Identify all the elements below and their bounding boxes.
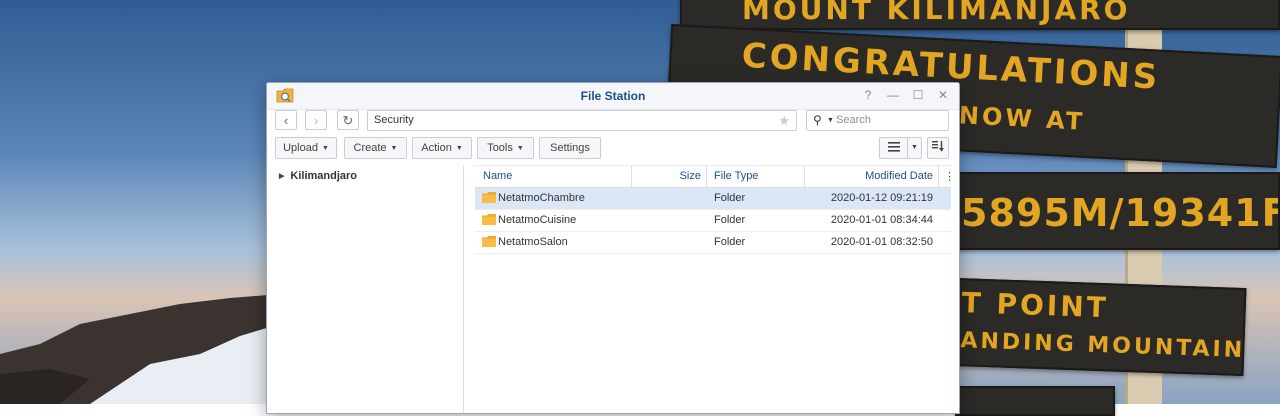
modified-date: 2020-01-12 09:21:19	[830, 192, 933, 204]
upload-button[interactable]: Upload ▼	[275, 137, 337, 159]
action-button[interactable]: Action ▼	[412, 137, 472, 159]
modified-date: 2020-01-01 08:34:44	[830, 214, 933, 226]
upload-label: Upload	[283, 142, 318, 154]
refresh-icon: ↻	[342, 113, 354, 128]
sign-board: MOUNT KILIMANJARO	[680, 0, 1280, 30]
path-text: Security	[374, 114, 414, 126]
navigation-bar: ‹ › ↻ Security ★ ⚲ ▼ Search	[275, 110, 951, 132]
column-header-name[interactable]: Name	[483, 170, 512, 182]
column-header-file-type[interactable]: File Type	[714, 170, 758, 182]
mountain-silhouette	[0, 294, 280, 404]
back-button[interactable]: ‹	[275, 110, 297, 130]
caret-down-icon: ▼	[455, 145, 463, 152]
favorite-star-icon[interactable]: ★	[778, 111, 790, 130]
column-divider[interactable]	[631, 166, 632, 187]
action-label: Action	[421, 142, 452, 154]
create-button[interactable]: Create ▼	[344, 137, 407, 159]
window-title: File Station	[580, 89, 646, 103]
table-row[interactable]: NetatmoSalon Folder 2020-01-01 08:32:50	[475, 232, 951, 254]
search-icon: ⚲	[813, 113, 822, 127]
table-row[interactable]: NetatmoChambre Folder 2020-01-12 09:21:1…	[475, 188, 951, 210]
settings-label: Settings	[550, 142, 590, 154]
minimize-icon[interactable]: —	[887, 88, 899, 102]
sign-text: T POINT	[961, 286, 1110, 325]
file-list-header: Name Size File Type Modified Date ⋮	[475, 165, 955, 188]
file-list: Name Size File Type Modified Date ⋮ Neta…	[475, 165, 955, 254]
caret-down-icon[interactable]: ▼	[827, 111, 834, 130]
table-row[interactable]: NetatmoCuisine Folder 2020-01-01 08:34:4…	[475, 210, 951, 232]
folder-icon	[482, 214, 496, 225]
refresh-button[interactable]: ↻	[337, 110, 359, 130]
sign-board	[955, 386, 1115, 416]
title-bar[interactable]: File Station ? — ☐ ✕	[267, 83, 959, 110]
folder-icon	[482, 236, 496, 247]
file-type: Folder	[714, 236, 746, 248]
tools-button[interactable]: Tools ▼	[477, 137, 534, 159]
tools-label: Tools	[487, 142, 513, 154]
list-icon	[887, 142, 900, 152]
create-label: Create	[353, 142, 387, 154]
help-icon[interactable]: ?	[862, 88, 874, 102]
sort-button[interactable]	[927, 137, 949, 159]
caret-down-icon: ▼	[516, 145, 524, 152]
chevron-left-icon: ‹	[283, 113, 289, 128]
caret-down-icon: ▼	[390, 145, 398, 152]
view-options-dropdown[interactable]: ▼	[907, 137, 922, 159]
file-station-window: File Station ? — ☐ ✕ ‹ › ↻ Security ★ ⚲ …	[266, 82, 960, 414]
sign-board: 5895M/19341Ft AMS	[955, 172, 1280, 250]
column-options-icon[interactable]: ⋮	[944, 170, 955, 183]
search-placeholder: Search	[836, 114, 871, 126]
sign-text: NOW AT	[958, 101, 1086, 136]
caret-down-icon: ▼	[321, 145, 329, 152]
sign-text: ANDING MOUNTAIN	[960, 328, 1246, 364]
search-input[interactable]: ⚲ ▼ Search	[806, 110, 949, 131]
column-header-size[interactable]: Size	[635, 170, 701, 182]
folder-icon	[482, 192, 496, 203]
sort-icon	[932, 141, 944, 152]
sign-board: T POINT ANDING MOUNTAIN	[953, 277, 1247, 377]
chevron-right-icon: ›	[313, 113, 319, 128]
modified-date: 2020-01-01 08:32:50	[830, 236, 933, 248]
tree-item-kilimandjaro[interactable]: ▶ Kilimandjaro	[279, 170, 357, 182]
file-name: NetatmoCuisine	[498, 214, 577, 226]
close-icon[interactable]: ✕	[937, 88, 949, 102]
caret-down-icon: ▼	[911, 144, 918, 151]
column-header-modified-date[interactable]: Modified Date	[808, 170, 933, 182]
file-name: NetatmoChambre	[498, 192, 585, 204]
column-divider[interactable]	[706, 166, 707, 187]
caret-right-icon[interactable]: ▶	[279, 173, 284, 180]
settings-button[interactable]: Settings	[539, 137, 601, 159]
file-name: NetatmoSalon	[498, 236, 568, 248]
forward-button[interactable]: ›	[305, 110, 327, 130]
tree-item-label: Kilimandjaro	[290, 170, 358, 182]
file-type: Folder	[714, 214, 746, 226]
folder-tree: ▶ Kilimandjaro	[267, 165, 464, 413]
column-divider[interactable]	[938, 166, 939, 187]
column-divider[interactable]	[804, 166, 805, 187]
maximize-icon[interactable]: ☐	[912, 88, 924, 102]
file-type: Folder	[714, 192, 746, 204]
path-field[interactable]: Security ★	[367, 110, 797, 131]
toolbar: Upload ▼ Create ▼ Action ▼ Tools ▼ Settings …	[275, 137, 951, 161]
list-view-button[interactable]	[879, 137, 908, 159]
